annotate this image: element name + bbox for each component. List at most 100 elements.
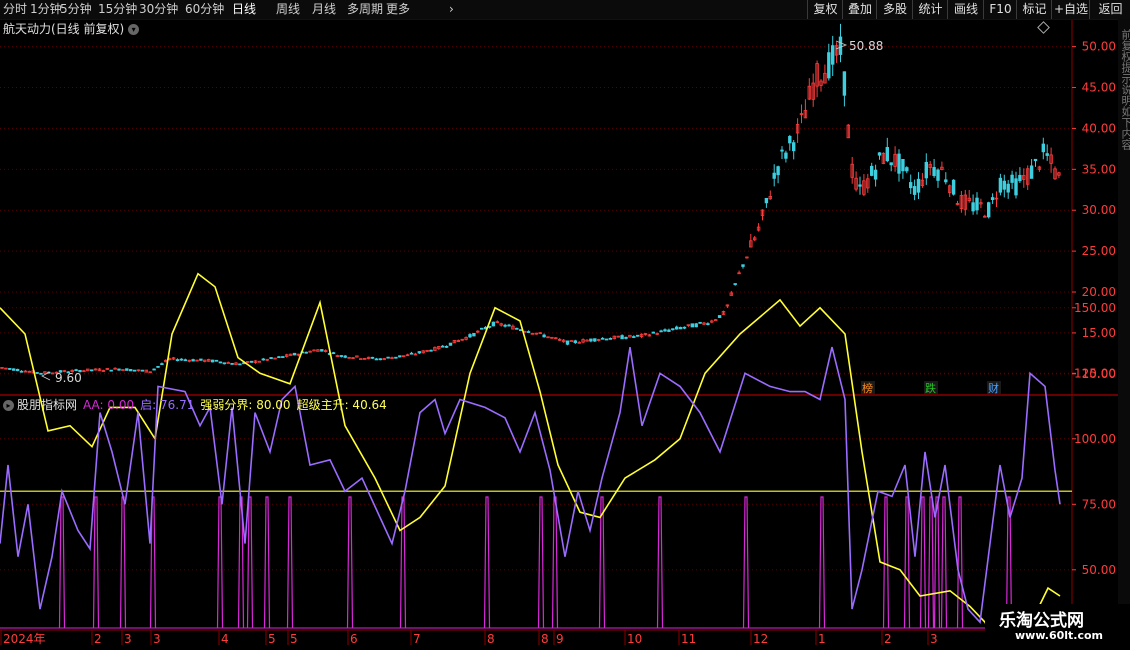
- period-tab-0[interactable]: 分时: [3, 0, 27, 19]
- candle-body: [624, 336, 628, 339]
- candle-body: [526, 331, 531, 333]
- date-label-13: 11: [681, 632, 696, 646]
- aa-spike: [551, 496, 559, 629]
- candlestick-series[interactable]: 50.88 9.60 榜 跌 财: [0, 23, 1061, 395]
- period-tab-7[interactable]: 周线: [276, 0, 300, 19]
- candle-body: [257, 360, 262, 363]
- candle-body: [175, 359, 180, 362]
- period-tab-6[interactable]: 日线: [232, 0, 256, 19]
- aa-spike: [919, 496, 927, 629]
- toolbar-button-4[interactable]: 画线: [947, 0, 984, 19]
- toolbar-button-3[interactable]: 统计: [912, 0, 948, 19]
- candle-body: [784, 152, 788, 159]
- period-tab-4[interactable]: 30分钟: [139, 0, 178, 19]
- candle-body: [515, 327, 519, 330]
- aa-spike: [346, 496, 354, 629]
- candle-body: [776, 166, 780, 176]
- candle-body: [600, 337, 605, 340]
- period-tab-1[interactable]: 1分钟: [30, 0, 62, 19]
- candle-body: [160, 363, 164, 366]
- toolbar-button-7[interactable]: +自选: [1051, 0, 1090, 19]
- candle-body: [831, 45, 835, 65]
- toolbar-button-5[interactable]: F10: [983, 0, 1017, 19]
- toolbar-button-6[interactable]: 标记: [1016, 0, 1052, 19]
- indicator-lines[interactable]: [0, 272, 1072, 650]
- aa-spike: [537, 496, 545, 629]
- stock-title[interactable]: 航天动力(日线 前复权) ▾: [3, 21, 140, 37]
- period-tab-9[interactable]: 多周期: [347, 0, 383, 19]
- dropdown-icon[interactable]: ▾: [128, 24, 140, 35]
- candle-body: [667, 329, 671, 332]
- candle-body: [374, 358, 379, 361]
- candle-body: [604, 338, 609, 341]
- period-tab-5[interactable]: 60分钟: [185, 0, 224, 19]
- candle-body: [339, 355, 343, 357]
- aa-spike: [818, 496, 826, 629]
- indicator-tick-label: 125.00: [1074, 366, 1116, 380]
- candle-body: [218, 361, 223, 364]
- toolbar-button-2[interactable]: 多股: [876, 0, 913, 19]
- candle-body: [733, 283, 737, 285]
- candle-body: [764, 197, 769, 204]
- yellow-line-cjzs: [0, 272, 1061, 650]
- candle-body: [1029, 165, 1034, 179]
- info-side-strip[interactable]: 前复权提示说明如下内容: [1118, 19, 1130, 650]
- candle-body: [117, 368, 121, 371]
- date-label-14: 12: [753, 632, 768, 646]
- candle-body: [951, 179, 956, 195]
- candle-body: [858, 184, 862, 187]
- period-tab-8[interactable]: 月线: [312, 0, 336, 19]
- candle-body: [632, 336, 636, 338]
- candle-body: [589, 338, 593, 342]
- date-label-2: 3: [124, 632, 132, 646]
- period-tab-2[interactable]: 5分钟: [60, 0, 92, 19]
- candle-body: [8, 368, 12, 370]
- date-label-8: 7: [413, 632, 421, 646]
- watermark: 乐淘公式网 www.60lt.com: [985, 604, 1130, 650]
- candle-body: [132, 369, 137, 372]
- candle-body: [19, 370, 24, 373]
- period-tab-3[interactable]: 15分钟: [98, 0, 137, 19]
- candle-body: [214, 359, 219, 362]
- candle-body: [156, 365, 160, 368]
- aa-spike: [742, 496, 750, 629]
- indicator-menu-icon[interactable]: ▸: [3, 400, 14, 411]
- aa-spike: [58, 496, 66, 629]
- date-label-17: 3: [930, 632, 938, 646]
- chart-canvas[interactable]: 50.889.60榜跌财 50.0045.0040.0035.0030.0025…: [0, 0, 1130, 650]
- date-label-0: 2024年: [3, 632, 46, 646]
- candle-body: [901, 158, 905, 172]
- candle-body: [179, 358, 184, 361]
- candle-body: [1006, 183, 1010, 193]
- candle-body: [0, 366, 4, 369]
- candle-body: [651, 331, 655, 334]
- candle-body: [936, 169, 940, 181]
- watermark-title: 乐淘公式网: [999, 611, 1084, 631]
- date-label-9: 8: [487, 632, 495, 646]
- candle-body: [1010, 174, 1014, 183]
- aa-spike: [119, 496, 127, 629]
- period-tab-10[interactable]: 更多: [386, 0, 410, 19]
- candle-body: [226, 362, 230, 364]
- date-label-16: 2: [884, 632, 892, 646]
- candle-body: [780, 149, 784, 152]
- indicator-name[interactable]: 股朋指标网: [17, 398, 77, 412]
- toolbar-button-8[interactable]: 返回: [1089, 0, 1130, 19]
- candle-body: [429, 349, 433, 352]
- candle-body: [261, 358, 265, 361]
- candle-body: [842, 71, 847, 96]
- candle-body: [479, 327, 484, 330]
- date-label-15: 1: [818, 632, 826, 646]
- toolbar-button-1[interactable]: 叠加: [842, 0, 877, 19]
- candle-body: [444, 345, 449, 348]
- aa-spike: [92, 496, 100, 629]
- toolbar-button-0[interactable]: 复权: [807, 0, 843, 19]
- price-tick-label: 30.00: [1082, 203, 1116, 217]
- date-label-6: 5: [290, 632, 298, 646]
- candle-body: [1014, 178, 1018, 196]
- candle-body: [398, 355, 402, 358]
- candle-body: [932, 167, 936, 176]
- candle-body: [698, 321, 702, 324]
- chevron-right-icon[interactable]: ›: [449, 0, 454, 19]
- aa-spike: [286, 496, 294, 629]
